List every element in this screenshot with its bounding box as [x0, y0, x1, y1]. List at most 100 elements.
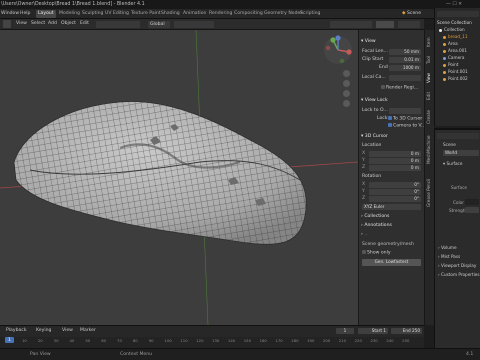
sidebar-tab-create[interactable]: Create	[426, 106, 434, 128]
clip-start-field[interactable]: 0.01 m	[389, 57, 421, 63]
loc-x-field[interactable]: 0 m	[369, 151, 421, 157]
viewport-display-section[interactable]: › Viewport Display	[438, 263, 476, 268]
end-frame-field[interactable]: End 250	[391, 328, 422, 334]
focal-length-field[interactable]: 50 mm	[389, 49, 421, 55]
outliner-item-collection[interactable]: Collection	[439, 27, 465, 32]
sidebar-tab-tool[interactable]: Tool	[426, 52, 434, 68]
custom-properties-section[interactable]: › Custom Properties	[438, 272, 480, 277]
sidebar-tab-edit[interactable]: Edit	[426, 88, 434, 104]
mist-pass-section[interactable]: › Mist Pass	[438, 254, 460, 259]
outliner-scene-collection[interactable]: Scene Collection	[437, 20, 472, 25]
section-3d-cursor[interactable]: ▾ 3D Cursor	[361, 134, 388, 139]
playhead[interactable]: 1	[5, 337, 14, 343]
section-collections[interactable]: › Collections	[361, 214, 389, 219]
timeline-view-menu[interactable]: View	[62, 327, 73, 335]
outliner-item-label: Area	[448, 41, 458, 46]
outliner-item-point-002[interactable]: Point.002	[443, 76, 468, 81]
section-view-lock-title: View Lock	[364, 98, 388, 103]
pan-icon[interactable]	[343, 80, 350, 87]
menu-object[interactable]: Object	[61, 19, 76, 29]
outliner-item-point[interactable]: Point	[443, 62, 458, 67]
menu-select[interactable]: Select	[31, 19, 45, 29]
outliner-item-label: Point.001	[448, 69, 468, 74]
menu-view[interactable]: View	[16, 19, 27, 29]
menu-edit[interactable]: Edit	[80, 19, 89, 29]
shading-buttons[interactable]	[330, 21, 372, 28]
timeline-ruler[interactable]: 1 10 20 30 40 50 60 70 80 90 100 110 120 130 140 150 16…	[0, 337, 424, 348]
lock-to-object-field[interactable]	[389, 108, 421, 114]
start-frame-field[interactable]: Start 1	[358, 328, 388, 334]
rotation-mode-dropdown[interactable]: XYZ Euler	[362, 204, 421, 210]
viewport-shading[interactable]	[398, 21, 420, 28]
show-only-checkbox[interactable]	[362, 250, 366, 254]
lock-cursor-checkbox[interactable]	[388, 116, 392, 120]
tab-shading[interactable]: Shading	[159, 10, 182, 18]
outliner-item-area-001[interactable]: Area.001	[443, 48, 467, 53]
timeline-keying-menu[interactable]: Keying	[36, 327, 51, 335]
render-region-row[interactable]: Render Regi...	[381, 85, 418, 91]
tab-sculpting[interactable]: Sculpting	[80, 10, 105, 18]
lock-camera-checkbox[interactable]	[388, 123, 392, 127]
strength-field[interactable]	[465, 207, 479, 213]
rot-y-field[interactable]: 0°	[369, 189, 421, 195]
outliner-item-bread[interactable]: bread_11	[443, 34, 468, 39]
outliner-item-camera[interactable]: Camera	[443, 55, 464, 60]
zoom-icon[interactable]	[343, 70, 350, 77]
outliner-item-point-001[interactable]: Point.001	[443, 69, 468, 74]
section-annotations[interactable]: › Annotations	[361, 223, 392, 228]
3d-viewport[interactable]	[0, 30, 358, 325]
section-resources[interactable]: › ...	[361, 232, 369, 237]
tab-scripting[interactable]: Scripting	[298, 10, 322, 18]
grid-view-icon[interactable]	[343, 100, 350, 107]
snapping-buttons[interactable]	[174, 21, 214, 28]
render-region-checkbox[interactable]	[381, 85, 385, 89]
show-only-row[interactable]: Show only	[362, 250, 391, 256]
menu-help[interactable]: Help	[20, 9, 30, 19]
overlay-toggle[interactable]	[376, 21, 394, 28]
timeline-tick-label: 40	[69, 338, 75, 343]
loc-y-field[interactable]: 0 m	[369, 158, 421, 164]
tab-modeling[interactable]: Modeling	[57, 10, 82, 18]
editor-type-button[interactable]	[3, 20, 11, 28]
mode-buttons[interactable]	[96, 21, 140, 28]
menu-window[interactable]: Window	[1, 9, 19, 19]
bread-mesh[interactable]	[13, 101, 307, 245]
clip-end-field[interactable]: 1000 m	[389, 65, 421, 71]
section-view-lock[interactable]: ▾ View Lock	[361, 98, 388, 103]
menu-add[interactable]: Add	[48, 19, 57, 29]
navigation-gizmo[interactable]	[322, 34, 354, 66]
lock-camera-row[interactable]: Camera to V...	[388, 123, 426, 129]
surface-section[interactable]: ▾ Surface	[443, 161, 462, 166]
scene-selector[interactable]: ◆ Scene	[402, 9, 421, 19]
outliner-search-input[interactable]	[437, 11, 479, 17]
tab-texture-paint[interactable]: Texture Paint	[129, 10, 163, 18]
rot-z-field[interactable]: 0°	[369, 196, 421, 202]
sidebar-tab-grease-pencil[interactable]: Grease Pencil	[426, 172, 434, 214]
loc-z-label: Z	[362, 165, 366, 170]
generate-button[interactable]: Gen. Lowfastest	[362, 259, 421, 266]
world-selector[interactable]: World	[443, 150, 479, 156]
outliner-item-area[interactable]: Area	[443, 41, 458, 46]
tab-compositing[interactable]: Compositing	[232, 10, 265, 18]
tab-uv-editing[interactable]: UV Editing	[103, 10, 131, 18]
viewport-canvas[interactable]	[0, 30, 358, 325]
lock-cursor-row[interactable]: To 3D Cursor	[388, 116, 422, 122]
timeline-marker-menu[interactable]: Marker	[80, 327, 96, 335]
sidebar-tab-item[interactable]: Item	[426, 34, 434, 50]
current-frame-field[interactable]: 1	[336, 328, 354, 334]
tab-animation[interactable]: Animation	[181, 10, 208, 18]
loc-z-field[interactable]: 0 m	[369, 165, 421, 171]
color-swatch[interactable]	[465, 199, 479, 205]
local-camera-field[interactable]	[389, 75, 421, 81]
properties-search-input[interactable]	[437, 133, 479, 139]
timeline-playback-menu[interactable]: Playback	[6, 327, 27, 335]
orientation-dropdown[interactable]: Global	[148, 21, 170, 28]
section-view[interactable]: ▾ View	[361, 39, 376, 44]
sidebar-tab-meshmachine[interactable]: MeshMachine	[426, 130, 434, 170]
sidebar-tab-view[interactable]: View	[426, 70, 434, 86]
volume-section[interactable]: › Volume	[438, 245, 457, 250]
tab-rendering[interactable]: Rendering	[207, 10, 234, 18]
camera-view-icon[interactable]	[343, 90, 350, 97]
tab-layout[interactable]: Layout	[36, 10, 56, 18]
rot-x-field[interactable]: 0°	[369, 182, 421, 188]
